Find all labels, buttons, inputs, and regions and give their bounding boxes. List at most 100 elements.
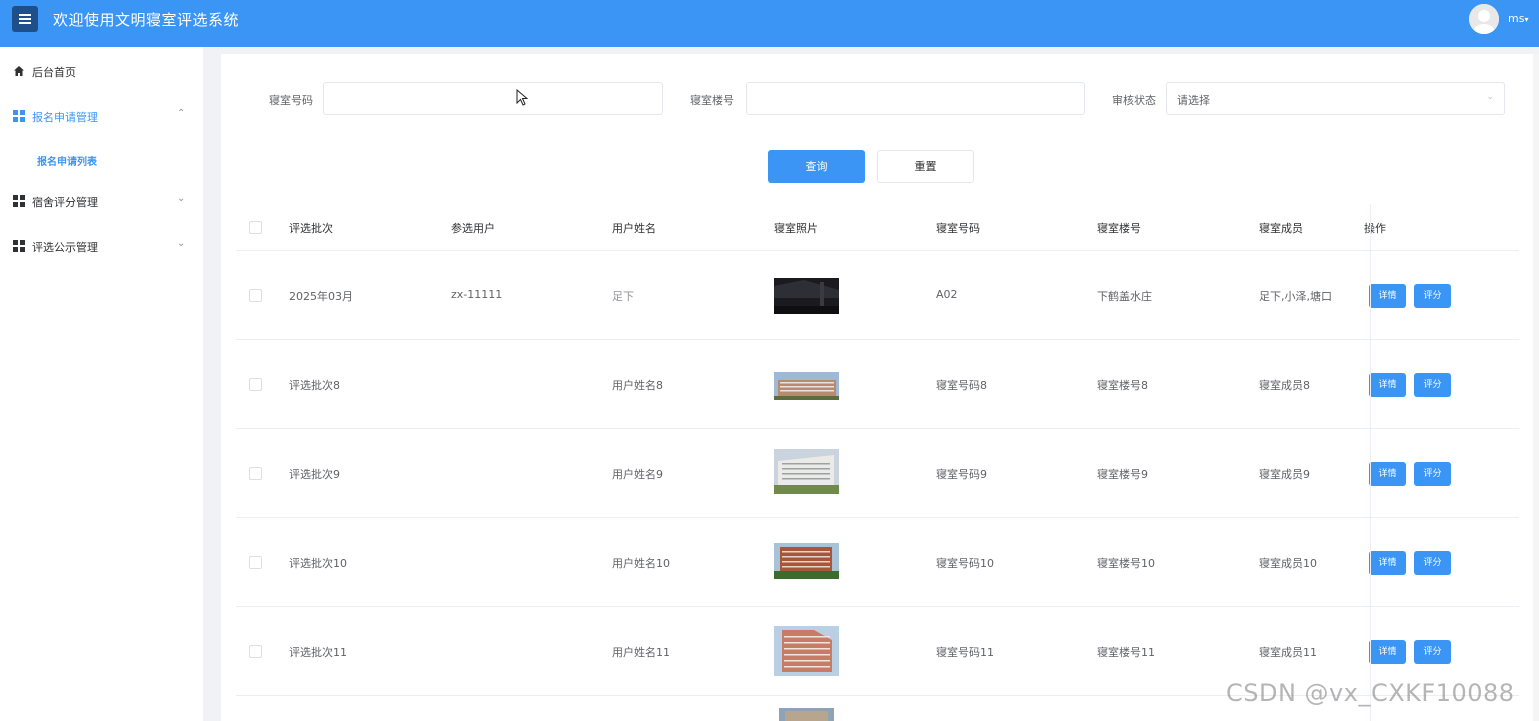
watermark: CSDN @vx_CXKF10088 (1226, 679, 1515, 707)
chevron-down-icon: ⌄ (1486, 92, 1494, 102)
row-checkbox[interactable] (249, 289, 262, 302)
sidebar-item-application-management[interactable]: 报名申请管理 ⌃ (0, 101, 203, 131)
members-cell: 足下,小泽,塘口 (1259, 290, 1332, 303)
row-checkbox[interactable] (249, 467, 262, 480)
room-no-cell: 寝室号码8 (936, 379, 987, 392)
name-cell: 用户姓名11 (612, 646, 670, 659)
room-no-label: 寝室号码 (269, 94, 313, 107)
name-cell: 用户姓名10 (612, 557, 670, 570)
members-cell: 寝室成员8 (1259, 379, 1310, 392)
building-cell: 下鹤盖水庄 (1097, 290, 1152, 303)
column-header: 评选批次 (289, 222, 333, 235)
name-cell: 用户姓名8 (612, 379, 663, 392)
building-input[interactable] (746, 82, 1085, 115)
status-label: 审核状态 (1112, 94, 1156, 107)
select-all-checkbox[interactable] (249, 221, 262, 234)
chevron-down-icon: ⌄ (177, 193, 186, 204)
column-header: 寝室成员 (1259, 222, 1303, 235)
status-select-value: 请选择 (1177, 94, 1210, 107)
column-header: 参选用户 (451, 222, 495, 235)
column-header: 寝室照片 (774, 222, 818, 235)
row-checkbox[interactable] (249, 556, 262, 569)
sidebar-item-publicity[interactable]: 评选公示管理 ⌄ (0, 231, 203, 261)
sidebar-item-label: 宿舍评分管理 (32, 196, 98, 209)
sidebar-subitem-application-list[interactable]: 报名申请列表 (37, 153, 97, 168)
dorm-photo (774, 372, 839, 400)
dorm-photo (779, 708, 834, 721)
score-button[interactable]: 评分 (1414, 462, 1451, 486)
table-header: 评选批次 参选用户 用户姓名 寝室照片 寝室号码 寝室楼号 寝室成员 操作 (236, 204, 1519, 251)
column-header: 用户姓名 (612, 222, 656, 235)
reset-button[interactable]: 重置 (877, 150, 974, 183)
score-button[interactable]: 评分 (1414, 640, 1451, 664)
grid-icon (13, 195, 25, 207)
name-cell: 足下 (612, 290, 634, 303)
detail-button[interactable]: 详情 (1369, 284, 1406, 308)
table-row: 2025年03月 zx-11111 足下 A02 下鹤盖水庄 足下,小泽,塘口 … (236, 251, 1519, 340)
row-checkbox[interactable] (249, 378, 262, 391)
score-button[interactable]: 评分 (1414, 373, 1451, 397)
column-header: 寝室楼号 (1097, 222, 1141, 235)
room-no-input[interactable] (323, 82, 663, 115)
user-avatar[interactable] (1469, 4, 1499, 34)
building-cell: 寝室楼号8 (1097, 379, 1148, 392)
chevron-down-icon: ⌄ (177, 238, 186, 249)
dorm-photo (774, 543, 839, 579)
status-select[interactable]: 请选择 ⌄ (1166, 82, 1505, 115)
grid-icon (13, 110, 25, 122)
fixed-column-divider (1370, 204, 1371, 721)
chevron-down-icon: ▾ (1524, 15, 1529, 24)
sidebar-item-label: 后台首页 (32, 66, 76, 79)
menu-toggle-button[interactable] (12, 6, 38, 32)
score-button[interactable]: 评分 (1414, 551, 1451, 575)
detail-button[interactable]: 详情 (1369, 462, 1406, 486)
table-row: 评选批次9 用户姓名9 寝室号码9 寝室楼号9 寝室成员9 详情 评分 (236, 429, 1519, 518)
sidebar-item-dorm-scoring[interactable]: 宿舍评分管理 ⌄ (0, 186, 203, 216)
top-header: 欢迎使用文明寝室评选系统 ms▾ (0, 0, 1539, 47)
table-row: 评选批次8 用户姓名8 寝室号码8 寝室楼号8 寝室成员8 详情 评分 (236, 340, 1519, 429)
room-no-cell: 寝室号码9 (936, 468, 987, 481)
hamburger-icon (19, 14, 31, 24)
home-icon (14, 66, 24, 76)
query-button[interactable]: 查询 (768, 150, 865, 183)
column-header: 操作 (1364, 222, 1386, 235)
sidebar-item-home[interactable]: 后台首页 (0, 56, 203, 86)
building-cell: 寝室楼号9 (1097, 468, 1148, 481)
detail-button[interactable]: 详情 (1369, 551, 1406, 575)
members-cell: 寝室成员10 (1259, 557, 1317, 570)
main-panel: 寝室号码 寝室楼号 审核状态 请选择 ⌄ 查询 重置 评选批次 参选用户 用户姓… (221, 54, 1533, 721)
room-no-cell: 寝室号码10 (936, 557, 994, 570)
table-row: 评选批次10 用户姓名10 寝室号码10 寝室楼号10 寝室成员10 详情 评分 (236, 518, 1519, 607)
sidebar-item-label: 报名申请管理 (32, 111, 98, 124)
sidebar-item-label: 评选公示管理 (32, 241, 98, 254)
room-no-cell: 寝室号码11 (936, 646, 994, 659)
grid-icon (13, 240, 25, 252)
detail-button[interactable]: 详情 (1369, 640, 1406, 664)
members-cell: 寝室成员9 (1259, 468, 1310, 481)
dorm-photo (774, 626, 839, 676)
building-cell: 寝室楼号11 (1097, 646, 1155, 659)
row-checkbox[interactable] (249, 645, 262, 658)
building-label: 寝室楼号 (690, 94, 734, 107)
chevron-up-icon: ⌃ (177, 108, 186, 119)
dorm-photo (774, 278, 839, 314)
user-cell: zx-11111 (451, 288, 503, 301)
detail-button[interactable]: 详情 (1369, 373, 1406, 397)
batch-cell: 评选批次8 (289, 379, 340, 392)
name-cell: 用户姓名9 (612, 468, 663, 481)
batch-cell: 评选批次10 (289, 557, 347, 570)
batch-cell: 评选批次11 (289, 646, 347, 659)
user-menu[interactable]: ms▾ (1508, 12, 1528, 25)
column-header: 寝室号码 (936, 222, 980, 235)
members-cell: 寝室成员11 (1259, 646, 1317, 659)
room-no-cell: A02 (936, 288, 958, 301)
mouse-cursor-icon (516, 89, 528, 106)
batch-cell: 评选批次9 (289, 468, 340, 481)
user-name: ms (1508, 12, 1525, 25)
page-scrollbar[interactable] (1533, 54, 1539, 721)
batch-cell: 2025年03月 (289, 290, 353, 303)
building-cell: 寝室楼号10 (1097, 557, 1155, 570)
score-button[interactable]: 评分 (1414, 284, 1451, 308)
dorm-photo (774, 449, 839, 494)
app-title: 欢迎使用文明寝室评选系统 (53, 11, 240, 29)
